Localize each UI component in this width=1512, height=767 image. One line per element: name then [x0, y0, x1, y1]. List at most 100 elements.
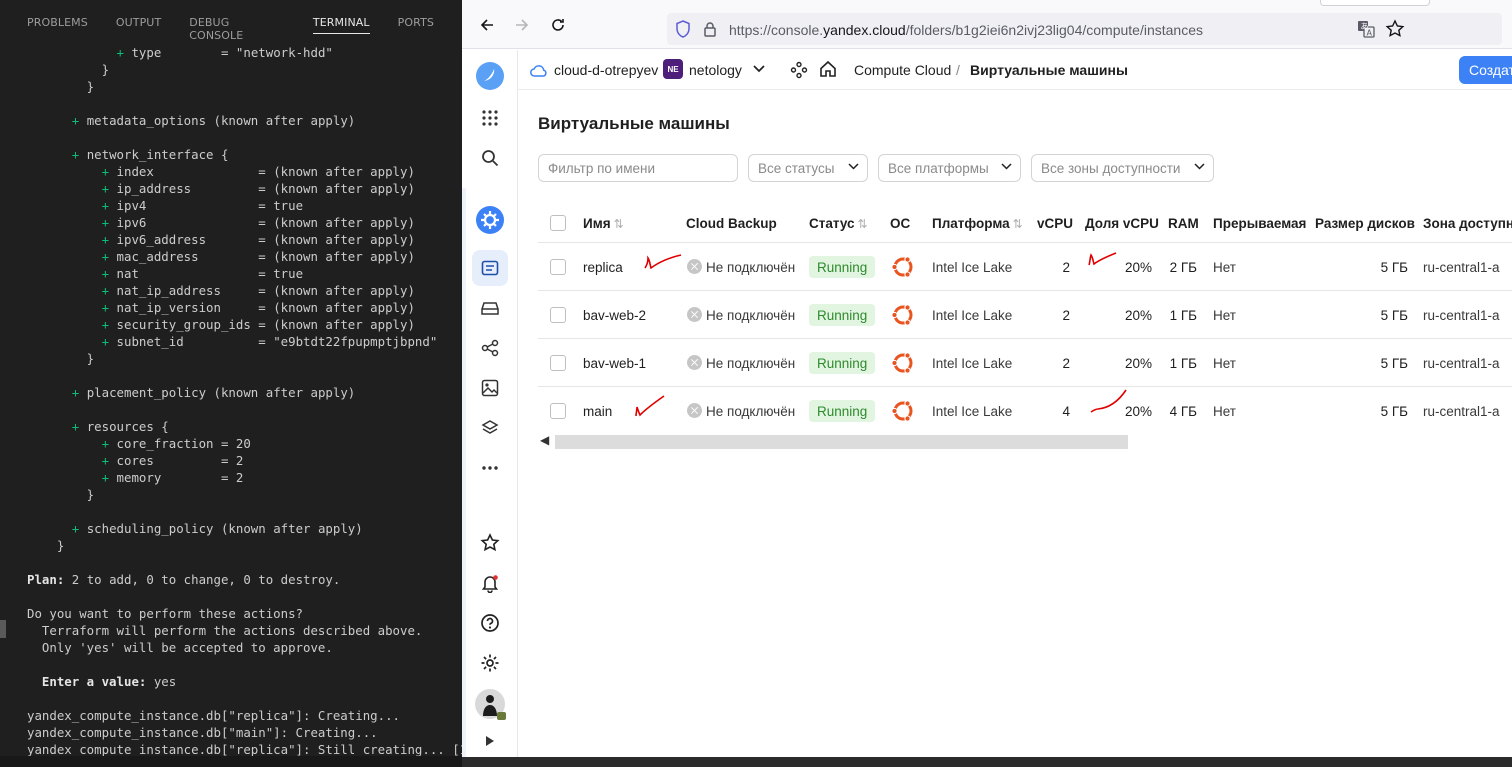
vm-name-link[interactable]: bav-web-2	[583, 308, 646, 323]
nav-more[interactable]	[472, 450, 508, 486]
nav-virtual-machines[interactable]	[472, 250, 508, 286]
terminal-line: + scheduling_policy (known after apply)	[71, 521, 363, 536]
breadcrumb-compute-cloud[interactable]: Compute Cloud	[854, 62, 951, 78]
plus-sign: +	[101, 198, 110, 213]
chevron-down-icon	[1001, 163, 1012, 170]
table-row[interactable]: main Не подключён Running Intel Ice Lake 4 20…	[538, 386, 1512, 434]
terminal-line: }	[27, 79, 95, 94]
sort-icon: ⇅	[1012, 217, 1023, 231]
plus-sign: +	[101, 334, 110, 349]
create-button[interactable]: Создать	[1459, 56, 1512, 84]
horizontal-scrollbar[interactable]: ◀	[538, 433, 1138, 449]
svg-text:A: A	[1367, 29, 1373, 38]
terminal-line: Do you want to perform these actions?	[27, 606, 304, 621]
reload-button[interactable]	[549, 16, 567, 34]
vm-name-link[interactable]: bav-web-1	[583, 356, 646, 371]
terminal-line: + network_interface {	[71, 147, 229, 162]
row-checkbox[interactable]	[550, 355, 566, 371]
platform-filter-select[interactable]: Все платформы	[878, 154, 1021, 182]
table-row[interactable]: replica Не подключён Running Intel Ice Lake…	[538, 242, 1512, 290]
services-grid-button[interactable]	[472, 100, 508, 136]
plus-sign: +	[101, 232, 110, 247]
status-bar	[0, 756, 462, 767]
cloud-logo-icon	[476, 62, 504, 90]
notifications-button[interactable]	[472, 565, 508, 601]
name-filter-input[interactable]: Фильтр по имени	[538, 154, 738, 182]
backup-status: Не подключён	[706, 404, 796, 419]
terminal-output[interactable]: + type = "network-hdd" } } + metadata_op…	[0, 44, 462, 756]
tab-ports[interactable]: PORTS	[398, 0, 434, 44]
vm-name-link[interactable]: replica	[583, 260, 623, 275]
tab-edge	[1320, 0, 1430, 6]
status-badge: Running	[809, 256, 876, 278]
nav-snapshots[interactable]	[472, 410, 508, 446]
terminal-line: yandex_compute_instance.db["replica"]: C…	[27, 708, 400, 723]
more-dots-icon	[482, 466, 498, 470]
col-name[interactable]: Имя ⇅	[583, 216, 624, 231]
select-all-checkbox[interactable]	[550, 215, 566, 231]
expand-nav-button[interactable]	[472, 726, 508, 756]
col-preemptible: Прерываемая	[1213, 216, 1307, 231]
terminal-line: + memory = 2	[101, 470, 244, 485]
plus-sign: +	[101, 249, 110, 264]
cloud-selector[interactable]: cloud-d-otrepyev	[554, 62, 658, 78]
tab-terminal[interactable]: TERMINAL	[312, 0, 370, 44]
scrollbar-thumb[interactable]	[555, 435, 1128, 449]
zone-value: ru-central1-a	[1423, 308, 1500, 323]
back-button[interactable]	[478, 16, 496, 34]
favorites-button[interactable]	[472, 525, 508, 561]
compute-service-button[interactable]	[472, 202, 508, 238]
plus-sign: +	[71, 385, 80, 400]
ubuntu-icon	[891, 256, 913, 278]
terminal-line: + ip_address = (known after apply)	[101, 181, 415, 196]
forward-button[interactable]	[513, 16, 531, 34]
translate-icon: あA	[1358, 21, 1375, 38]
vscode-panel: PROBLEMS OUTPUT DEBUG CONSOLE TERMINAL P…	[0, 0, 462, 767]
folder-selector[interactable]: netology	[689, 62, 742, 78]
vm-name-link[interactable]: main	[583, 404, 612, 419]
nav-images[interactable]	[472, 370, 508, 406]
tab-debug-console[interactable]: DEBUG CONSOLE	[189, 0, 285, 44]
image-icon	[481, 379, 499, 397]
terminal-line: + index = (known after apply)	[101, 164, 415, 179]
ram-value: 2 ГБ	[1169, 260, 1197, 275]
table-row[interactable]: bav-web-2 Не подключён Running Intel Ice La…	[538, 290, 1512, 338]
col-status[interactable]: Статус ⇅	[809, 216, 868, 231]
col-platform[interactable]: Платформа ⇅	[932, 216, 1023, 231]
table-row[interactable]: bav-web-1 Не подключён Running Intel Ice La…	[538, 338, 1512, 386]
nav-disks[interactable]	[472, 290, 508, 326]
platform-value: Intel Ice Lake	[932, 356, 1013, 371]
nav-placement-groups[interactable]	[472, 330, 508, 366]
row-checkbox[interactable]	[550, 307, 566, 323]
vcpu-value: 4	[1062, 404, 1070, 419]
help-button[interactable]	[472, 605, 508, 641]
user-avatar[interactable]	[472, 686, 508, 722]
panel-tabs: PROBLEMS OUTPUT DEBUG CONSOLE TERMINAL P…	[0, 0, 462, 44]
status-badge: Running	[809, 352, 876, 374]
settings-button[interactable]	[472, 645, 508, 681]
help-icon	[481, 614, 499, 632]
terminal-line: Only 'yes' will be accepted to approve.	[27, 640, 333, 655]
nav-stripe	[462, 188, 466, 757]
bell-icon	[481, 575, 499, 593]
tab-output[interactable]: OUTPUT	[116, 0, 161, 44]
left-navigation	[462, 50, 518, 757]
not-connected-icon	[687, 307, 702, 322]
row-checkbox[interactable]	[550, 403, 566, 419]
terminal-line: + nat = true	[101, 266, 304, 281]
tab-problems[interactable]: PROBLEMS	[27, 0, 88, 44]
browser-window: https://console.yandex.cloud/folders/b1g…	[462, 0, 1512, 767]
yandex-cloud-logo[interactable]	[472, 58, 508, 94]
plus-sign: +	[101, 453, 110, 468]
search-button[interactable]	[472, 140, 508, 176]
terminal-line: yandex_compute_instance.db["main"]: Crea…	[27, 725, 378, 740]
yandex-cloud-console: cloud-d-otrepyev NE netology Compute Clo…	[462, 50, 1512, 767]
row-checkbox[interactable]	[550, 259, 566, 275]
ram-value: 4 ГБ	[1169, 404, 1197, 419]
status-filter-select[interactable]: Все статусы	[748, 154, 868, 182]
ram-value: 1 ГБ	[1169, 308, 1197, 323]
lock-icon	[704, 22, 716, 37]
plus-sign: +	[71, 147, 80, 162]
url-bar[interactable]: https://console.yandex.cloud/folders/b1g…	[667, 13, 1502, 45]
zone-filter-select[interactable]: Все зоны доступности	[1031, 154, 1214, 182]
